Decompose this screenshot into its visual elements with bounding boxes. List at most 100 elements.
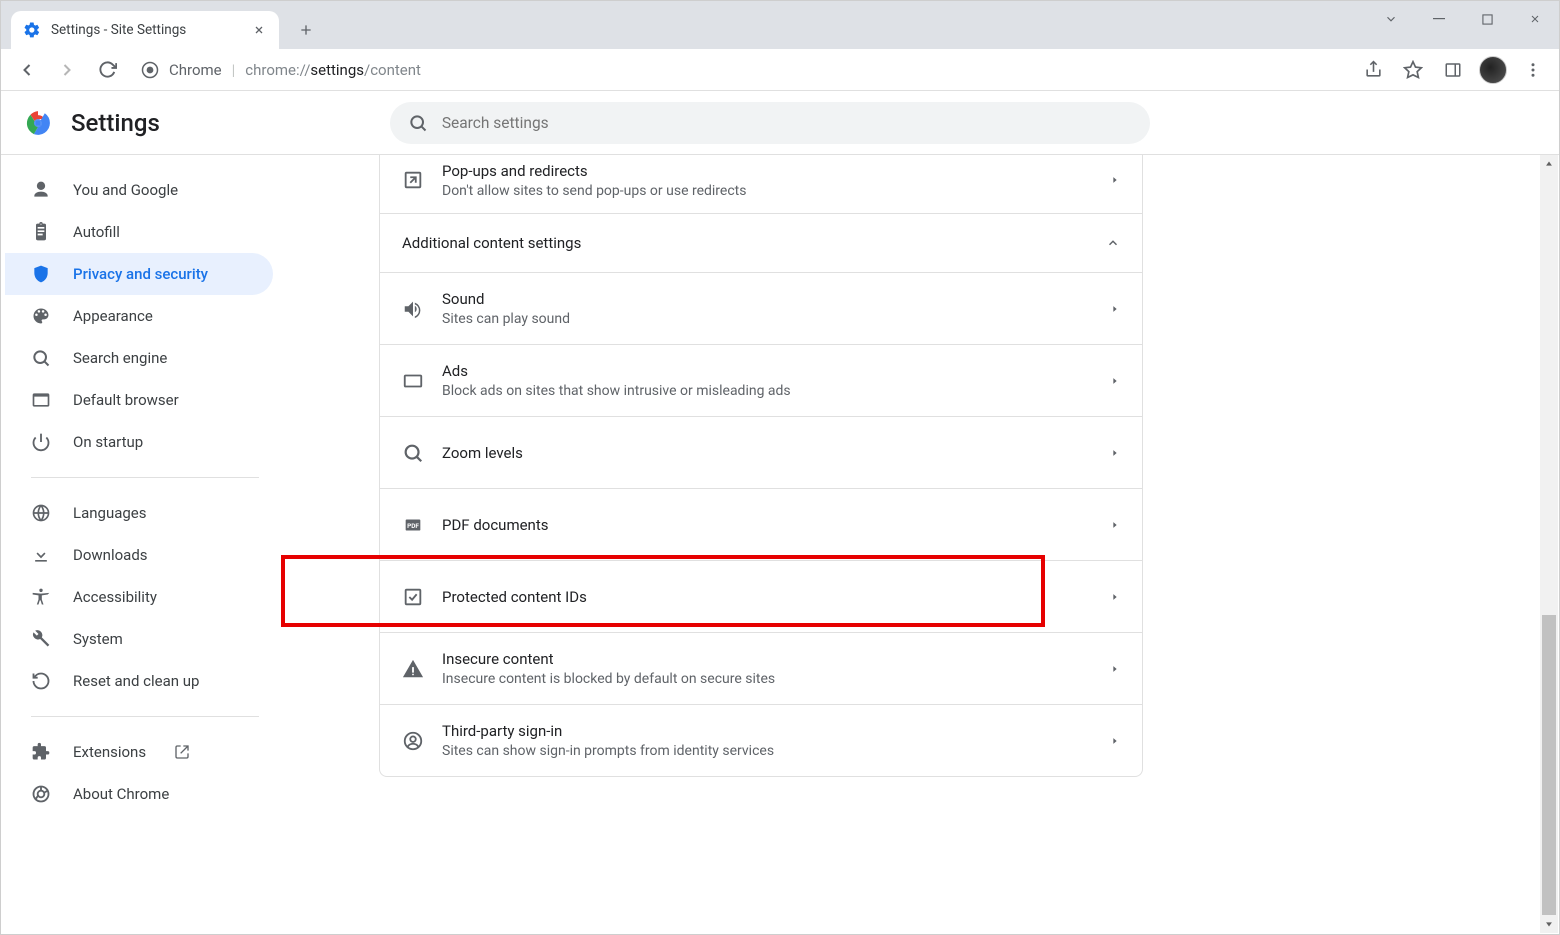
palette-icon [31,306,51,326]
row-subtitle: Sites can show sign-in prompts from iden… [442,743,1110,759]
row-protected-content[interactable]: Protected content IDs [380,560,1142,632]
accessibility-icon [31,587,51,607]
warning-icon [402,658,442,680]
sidebar-item-label: Extensions [73,743,146,761]
row-third-party-signin[interactable]: Third-party sign-in Sites can show sign-… [380,704,1142,776]
reload-button[interactable] [89,52,125,88]
divider [31,477,259,478]
divider [31,716,259,717]
origin-label: Chrome [169,61,222,79]
sidebar-item-label: Privacy and security [73,265,208,283]
gear-icon [23,21,41,39]
chevron-right-icon [1110,304,1120,314]
settings-header: Settings [1,91,1559,155]
sidebar-item-you-and-google[interactable]: You and Google [5,169,273,211]
row-insecure-content[interactable]: Insecure content Insecure content is blo… [380,632,1142,704]
sidebar-item-label: Reset and clean up [73,672,199,690]
zoom-icon [402,442,442,464]
sidebar-item-extensions[interactable]: Extensions [5,731,273,773]
row-title: Insecure content [442,650,1110,668]
sidebar-item-default-browser[interactable]: Default browser [5,379,273,421]
row-subtitle: Insecure content is blocked by default o… [442,671,1110,687]
sidebar-item-accessibility[interactable]: Accessibility [5,576,273,618]
menu-button[interactable] [1515,52,1551,88]
external-link-icon [174,744,190,760]
sidebar-item-label: Appearance [73,307,153,325]
address-bar[interactable]: Chrome | chrome://settings/content [129,54,1351,86]
search-settings[interactable] [390,102,1150,144]
chevron-up-icon [1106,236,1120,250]
sidebar-item-reset[interactable]: Reset and clean up [5,660,273,702]
row-title: Protected content IDs [442,588,1110,606]
row-ads[interactable]: Ads Block ads on sites that show intrusi… [380,344,1142,416]
row-sound[interactable]: Sound Sites can play sound [380,272,1142,344]
sidebar-item-downloads[interactable]: Downloads [5,534,273,576]
row-zoom[interactable]: Zoom levels [380,416,1142,488]
scroll-down-icon[interactable] [1540,915,1558,933]
clipboard-icon [31,222,51,242]
scrollbar[interactable] [1540,155,1558,933]
close-icon[interactable] [251,22,267,38]
sidebar-item-label: Default browser [73,391,179,409]
chevron-right-icon [1110,376,1120,386]
row-popups[interactable]: Pop-ups and redirects Don't allow sites … [380,155,1142,213]
row-pdf[interactable]: PDF PDF documents [380,488,1142,560]
sidebar-item-label: On startup [73,433,143,451]
wrench-icon [31,629,51,649]
chrome-page-icon [141,61,159,79]
sidebar-item-on-startup[interactable]: On startup [5,421,273,463]
sidebar-item-label: You and Google [73,181,178,199]
close-window-button[interactable] [1511,1,1559,37]
side-panel-button[interactable] [1435,52,1471,88]
extension-icon [31,742,51,762]
power-icon [31,432,51,452]
sidebar-item-privacy-security[interactable]: Privacy and security [5,253,273,295]
chevron-right-icon [1110,664,1120,674]
chrome-logo-icon [25,110,51,136]
chevron-right-icon [1110,448,1120,458]
new-tab-button[interactable] [291,15,321,45]
sidebar-item-system[interactable]: System [5,618,273,660]
ads-icon [402,370,442,392]
sidebar-item-languages[interactable]: Languages [5,492,273,534]
chevron-right-icon [1110,520,1120,530]
share-button[interactable] [1355,52,1391,88]
chrome-icon [31,784,51,804]
back-button[interactable] [9,52,45,88]
row-title: Zoom levels [442,444,1110,462]
sidebar-item-appearance[interactable]: Appearance [5,295,273,337]
restore-icon [31,671,51,691]
search-input[interactable] [442,114,1132,132]
sidebar-item-label: System [73,630,123,648]
sidebar-item-label: Accessibility [73,588,157,606]
browser-tab[interactable]: Settings - Site Settings [11,11,279,49]
account-icon [402,730,442,752]
bookmark-button[interactable] [1395,52,1431,88]
forward-button[interactable] [49,52,85,88]
svg-text:PDF: PDF [407,521,419,529]
window-controls [1367,1,1559,37]
sidebar-item-about-chrome[interactable]: About Chrome [5,773,273,815]
sound-icon [402,298,442,320]
scrollbar-thumb[interactable] [1542,615,1556,915]
minimize-button[interactable] [1415,1,1463,37]
section-additional-content[interactable]: Additional content settings [380,213,1142,272]
sidebar-item-label: About Chrome [73,785,169,803]
sidebar-item-label: Languages [73,504,147,522]
globe-icon [31,503,51,523]
sidebar-item-autofill[interactable]: Autofill [5,211,273,253]
maximize-button[interactable] [1463,1,1511,37]
chevron-right-icon [1110,175,1120,185]
download-icon [31,545,51,565]
tab-search-button[interactable] [1367,1,1415,37]
content-area: Pop-ups and redirects Don't allow sites … [281,155,1559,934]
row-subtitle: Block ads on sites that show intrusive o… [442,383,1110,399]
sidebar-item-search-engine[interactable]: Search engine [5,337,273,379]
profile-avatar[interactable] [1475,52,1511,88]
section-title: Additional content settings [402,234,581,252]
shield-icon [31,264,51,284]
chevron-right-icon [1110,592,1120,602]
url-text: chrome://settings/content [245,61,421,79]
row-subtitle: Sites can play sound [442,311,1110,327]
scroll-up-icon[interactable] [1540,155,1558,173]
